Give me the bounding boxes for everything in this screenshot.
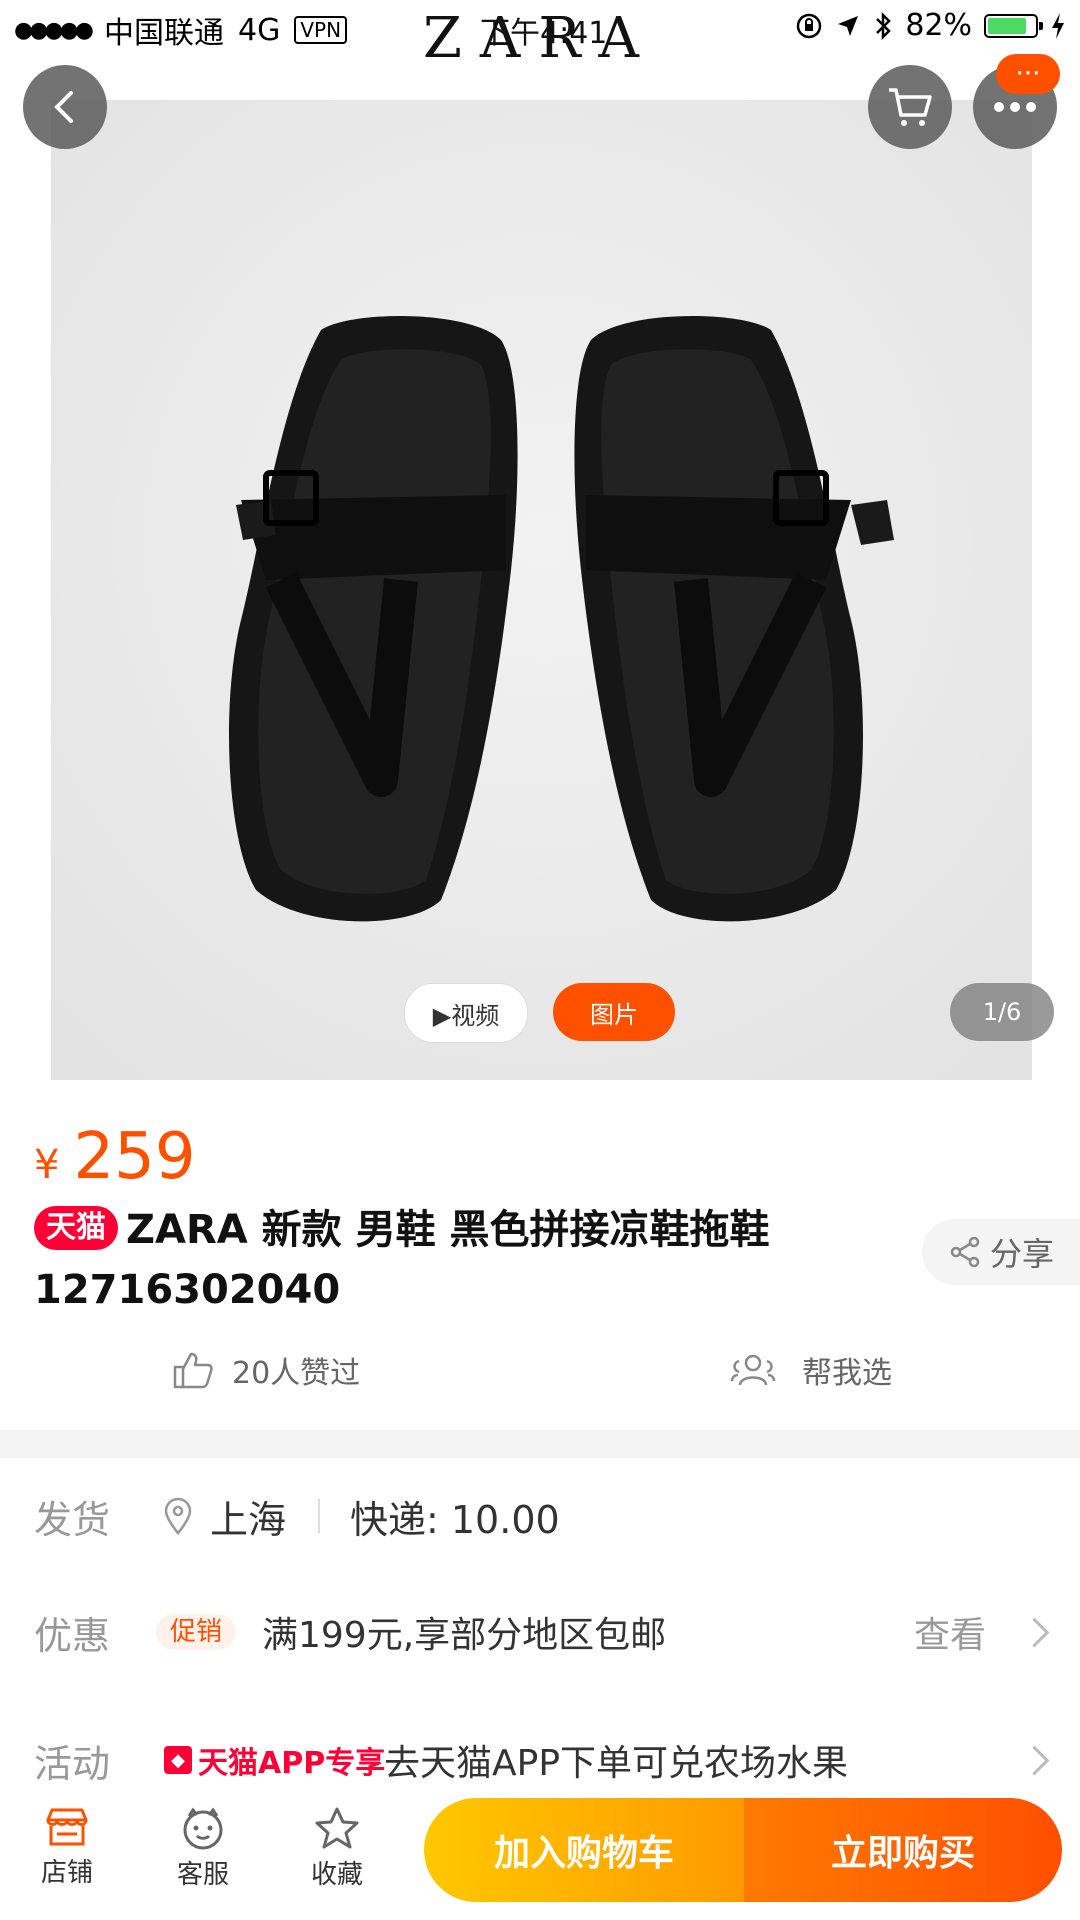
customer-service-tab[interactable]: 客服: [148, 1806, 258, 1891]
product-image-gallery[interactable]: [51, 100, 1032, 1080]
bottom-action-bar: 店铺 客服 收藏 加入购物车 立即购买: [0, 1798, 1080, 1920]
product-price: ¥ 259: [34, 1120, 196, 1194]
tmall-cat-icon: ◆: [164, 1746, 192, 1774]
activity-row[interactable]: 活动 ◆ 天猫APP专享 去天猫APP下单可兑农场水果: [0, 1720, 1080, 1800]
location-arrow-icon: [838, 15, 859, 36]
battery-level-fill: [988, 17, 1026, 34]
product-image: [51, 100, 1032, 1080]
share-button[interactable]: 分享: [922, 1219, 1080, 1285]
promotion-tag: 促销: [156, 1614, 237, 1650]
thumbs-up-icon: [173, 1352, 213, 1389]
clock: 下午4:41: [480, 16, 608, 51]
store-tab[interactable]: 店铺: [12, 1806, 122, 1889]
social-row: 20人赞过 帮我选: [0, 1342, 1080, 1402]
shipping-label: 发货: [34, 1497, 111, 1542]
charging-bolt-icon: [1052, 12, 1064, 39]
message-badge[interactable]: ···: [996, 54, 1060, 94]
more-dots-icon: [994, 102, 1036, 112]
bluetooth-icon: [876, 11, 892, 40]
shipping-fee: 快递: 10.00: [350, 1497, 560, 1542]
shipping-row: 发货 上海 快递: 10.00: [0, 1476, 1080, 1556]
tmall-badge: 天猫: [34, 1206, 118, 1250]
like-button[interactable]: 20人赞过: [172, 1348, 360, 1392]
chevron-right-icon: [1019, 1617, 1050, 1647]
store-icon: [46, 1808, 88, 1846]
buy-now-button[interactable]: 立即购买: [744, 1798, 1062, 1902]
promotion-label: 优惠: [34, 1613, 111, 1658]
price-value: 259: [73, 1120, 196, 1194]
tmall-app-exclusive-tag: ◆ 天猫APP专享: [164, 1738, 385, 1782]
favorite-label: 收藏: [310, 1860, 363, 1890]
video-tab-button[interactable]: ▶视频: [404, 983, 528, 1043]
activity-tag-text: 天猫APP专享: [198, 1746, 386, 1781]
share-icon: [950, 1236, 980, 1268]
likes-count: 20人赞过: [232, 1356, 361, 1391]
chevron-left-icon: [54, 91, 73, 123]
activity-text: 去天猫APP下单可兑农场水果: [384, 1743, 849, 1784]
shipping-city: 上海: [210, 1497, 287, 1542]
status-bar: ●●●●● 中国联通 4G VPN ZARA 下午4:41 82%: [0, 0, 1080, 71]
share-label: 分享: [989, 1235, 1054, 1273]
promotion-text: 满199元,享部分地区包邮: [262, 1615, 667, 1656]
location-pin-icon: [164, 1497, 192, 1535]
battery-icon: [984, 13, 1043, 38]
store-label: 店铺: [40, 1858, 93, 1888]
battery-cap: [1039, 21, 1043, 30]
image-counter: 1/6: [950, 983, 1054, 1041]
back-button[interactable]: [23, 65, 107, 149]
currency-symbol: ¥: [34, 1142, 60, 1188]
cart-button[interactable]: [868, 65, 952, 149]
battery-percent: 82%: [905, 8, 972, 43]
orientation-lock-icon: [797, 13, 822, 38]
shipping-location: 上海: [162, 1489, 286, 1544]
star-icon: [315, 1807, 359, 1849]
product-title: ZARA 新款 男鞋 黑色拼接凉鞋拖鞋 12716302040: [34, 1207, 770, 1313]
product-title-block: 天猫 ZARA 新款 男鞋 黑色拼接凉鞋拖鞋 12716302040: [34, 1200, 914, 1320]
section-divider: [0, 1430, 1080, 1458]
people-icon: [730, 1354, 776, 1386]
add-to-cart-button[interactable]: 加入购物车: [424, 1798, 744, 1902]
chat-face-icon: [183, 1807, 223, 1850]
shopping-cart-icon: [889, 88, 932, 126]
help-choose-button[interactable]: 帮我选: [730, 1348, 892, 1392]
promotion-row[interactable]: 优惠 促销 满199元,享部分地区包邮 查看: [0, 1592, 1080, 1672]
status-bar-right: 82%: [795, 8, 1066, 43]
help-choose-label: 帮我选: [802, 1356, 892, 1391]
activity-label: 活动: [34, 1741, 111, 1786]
customer-service-label: 客服: [176, 1860, 229, 1890]
promotion-view-link[interactable]: 查看: [914, 1606, 986, 1658]
shipping-separator: [318, 1499, 320, 1533]
chevron-right-icon: [1019, 1745, 1050, 1775]
favorite-tab[interactable]: 收藏: [282, 1806, 392, 1891]
image-tab-button[interactable]: 图片: [553, 983, 675, 1041]
